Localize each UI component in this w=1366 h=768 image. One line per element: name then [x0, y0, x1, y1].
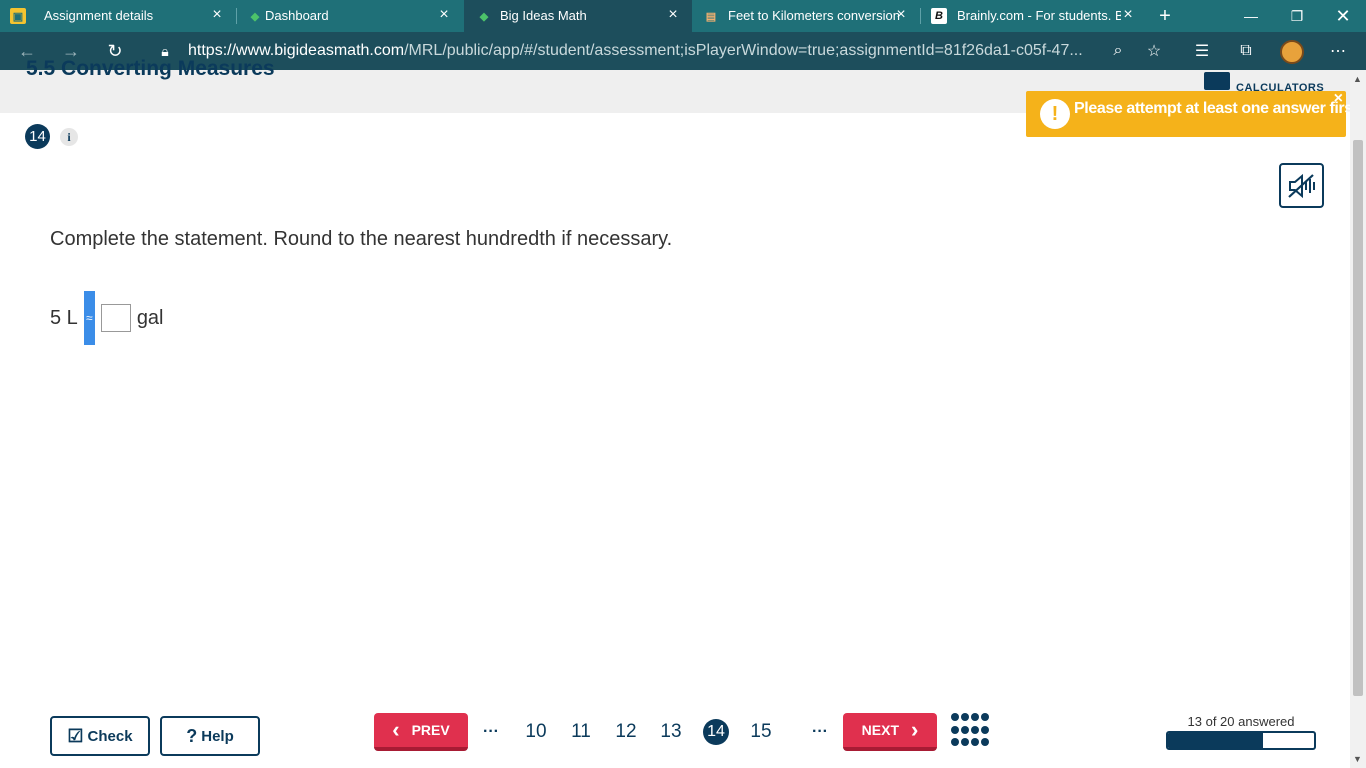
section-title: 5.5 Converting Measures	[26, 57, 275, 80]
audio-mute-button[interactable]	[1279, 163, 1324, 208]
close-tab-icon[interactable]: ×	[208, 6, 226, 24]
help-label: Help	[201, 727, 234, 745]
conversion-statement: 5 L ≈ gal	[50, 291, 164, 345]
tab-title: Assignment details	[44, 8, 154, 23]
calculator-icon	[1204, 72, 1230, 90]
tab-brainly[interactable]: B Brainly.com - For students. By ×	[921, 0, 1147, 32]
progress-text: 13 of 20 answered	[1187, 714, 1295, 729]
restore-button[interactable]: ❐	[1274, 0, 1320, 32]
zoom-icon[interactable]: ⌕	[1104, 37, 1132, 65]
chevron-right-icon: ›	[911, 717, 919, 742]
prev-label: PREV	[411, 722, 450, 738]
page-10[interactable]: 10	[522, 719, 550, 745]
page-12[interactable]: 12	[612, 719, 640, 745]
scroll-thumb[interactable]	[1353, 140, 1363, 696]
page-11[interactable]: 11	[567, 719, 595, 745]
next-button[interactable]: NEXT ›	[843, 713, 937, 751]
restore-icon: ❐	[1290, 7, 1304, 24]
brainly-icon: B	[931, 8, 947, 24]
page-14-current[interactable]: 14	[703, 719, 729, 745]
page-13[interactable]: 13	[657, 719, 685, 745]
new-tab-button[interactable]: +	[1142, 0, 1188, 32]
more-menu-icon[interactable]: ⋯	[1324, 37, 1352, 65]
close-tab-icon[interactable]: ×	[1119, 6, 1137, 24]
favorites-list-icon[interactable]: ☰	[1188, 37, 1216, 65]
close-tab-icon[interactable]: ×	[892, 6, 910, 24]
tab-title: Brainly.com - For students. By	[957, 8, 1121, 23]
scroll-down-icon[interactable]: ▼	[1353, 754, 1362, 764]
close-tab-icon[interactable]: ×	[664, 6, 682, 24]
classroom-icon: ▣	[10, 8, 26, 24]
question-prompt: Complete the statement. Round to the nea…	[50, 228, 673, 250]
tab-feet-to-kilometers[interactable]: ▤ Feet to Kilometers conversion ×	[693, 0, 920, 32]
warning-toast: ! Please attempt at least one answer fir…	[1026, 90, 1362, 137]
collections-icon[interactable]: ⧉	[1232, 37, 1260, 65]
checkbox-icon: ☑	[67, 725, 84, 746]
browser-tab-strip: ▣ Assignment details × ◆ Dashboard × ◆ B…	[0, 0, 1366, 32]
question-number-badge: 14	[25, 124, 50, 149]
pages-ellipsis-right[interactable]: ···	[808, 719, 832, 745]
plus-icon: +	[1159, 4, 1171, 27]
toast-close-icon[interactable]: ×	[1334, 90, 1343, 108]
statement-unit: gal	[136, 306, 164, 329]
profile-avatar[interactable]	[1280, 40, 1304, 64]
close-tab-icon[interactable]: ×	[435, 6, 453, 24]
book-icon: ▤	[705, 10, 717, 23]
close-window-button[interactable]: ✕	[1320, 0, 1366, 32]
info-icon[interactable]: i	[60, 128, 78, 146]
question-mark-icon: ?	[186, 725, 198, 746]
address-field[interactable]: https://www.bigideasmath.com/MRL/public/…	[188, 39, 1098, 63]
check-label: Check	[87, 727, 133, 745]
bigideas-diamond-icon: ◆	[250, 10, 260, 23]
prev-button[interactable]: ‹ PREV	[374, 713, 468, 751]
minimize-icon: —	[1244, 8, 1258, 24]
tab-assignment-details[interactable]: ▣ Assignment details ×	[0, 0, 236, 32]
warning-icon: !	[1040, 99, 1070, 129]
scroll-up-icon[interactable]: ▲	[1353, 74, 1362, 84]
check-button[interactable]: ☑ Check	[50, 716, 150, 756]
tab-dashboard[interactable]: ◆ Dashboard ×	[237, 0, 463, 32]
vertical-scrollbar[interactable]: ▲ ▼	[1350, 70, 1366, 768]
tab-title: Feet to Kilometers conversion	[728, 8, 900, 23]
chevron-left-icon: ‹	[392, 717, 400, 742]
tab-title: Dashboard	[265, 8, 329, 23]
tab-big-ideas-math[interactable]: ◆ Big Ideas Math ×	[464, 0, 692, 32]
toast-message: Please attempt at least one answer first…	[1074, 100, 1362, 117]
question-grid-icon[interactable]	[951, 713, 989, 749]
answer-input[interactable]	[100, 304, 131, 332]
progress-fill	[1168, 733, 1263, 748]
statement-left: 5 L	[50, 306, 78, 329]
assessment-page: 5.5 Converting Measures CALCULATORS 14 i…	[0, 57, 1362, 768]
bigideas-diamond-icon: ◆	[479, 10, 489, 23]
approx-symbol: ≈	[83, 291, 95, 345]
pages-ellipsis-left[interactable]: ···	[479, 719, 503, 745]
speaker-muted-icon	[1287, 173, 1315, 198]
page-15[interactable]: 15	[747, 719, 775, 745]
url-path: /MRL/public/app/#/student/assessment;isP…	[404, 42, 1083, 59]
minimize-button[interactable]: —	[1228, 0, 1274, 32]
next-label: NEXT	[861, 722, 899, 738]
progress-bar	[1166, 731, 1316, 750]
favorite-star-icon[interactable]: ☆	[1140, 37, 1168, 65]
help-button[interactable]: ? Help	[160, 716, 260, 756]
close-icon: ✕	[1335, 5, 1351, 26]
tab-title: Big Ideas Math	[500, 8, 587, 23]
